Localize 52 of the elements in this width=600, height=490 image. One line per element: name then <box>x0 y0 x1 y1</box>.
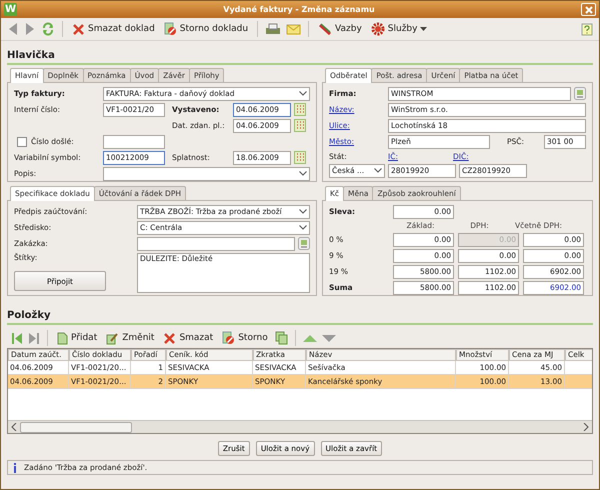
first-record-icon[interactable] <box>11 332 23 344</box>
app-logo: W <box>4 3 17 16</box>
horizontal-scrollbar[interactable] <box>8 420 592 433</box>
forward-arrow-icon[interactable] <box>24 22 36 36</box>
refresh-icon[interactable] <box>41 22 55 36</box>
scrollbar-thumb[interactable] <box>20 422 132 432</box>
move-up-icon[interactable] <box>302 334 317 342</box>
lookup-icon[interactable] <box>574 87 586 100</box>
cross-icon <box>72 22 85 36</box>
caret-icon <box>420 26 428 32</box>
calendar-icon[interactable] <box>294 103 306 116</box>
lookup-icon[interactable] <box>298 237 310 250</box>
pencil-icon <box>106 332 120 344</box>
scroll-left-icon[interactable] <box>11 423 17 431</box>
document-cancel-icon <box>164 22 177 36</box>
description-dropdown[interactable] <box>103 166 310 180</box>
close-button[interactable] <box>581 3 596 16</box>
cross-icon <box>163 332 176 344</box>
document-icon <box>57 332 68 344</box>
cancel-button[interactable]: Storno <box>220 330 270 346</box>
chevron-down-icon <box>299 91 307 96</box>
section-heading: Položky <box>7 309 52 323</box>
back-arrow-icon[interactable] <box>7 22 19 36</box>
copy-icon[interactable] <box>274 331 288 345</box>
document-cancel-icon <box>222 331 236 345</box>
chevron-down-icon <box>299 171 307 176</box>
info-icon <box>12 462 18 472</box>
links-button[interactable]: Vazby <box>316 21 364 37</box>
services-button[interactable]: Služby <box>368 21 430 37</box>
section-heading: Hlavička <box>7 49 56 63</box>
envelope-icon[interactable] <box>286 23 302 35</box>
delete-document-button[interactable]: Smazat doklad <box>70 22 157 36</box>
move-down-icon[interactable] <box>322 334 336 342</box>
cancel-document-button[interactable]: Storno dokladu <box>162 21 250 37</box>
chevron-down-icon <box>299 209 307 214</box>
input-field[interactable] <box>103 134 165 148</box>
add-button[interactable]: Přidat <box>55 330 100 346</box>
gear-icon <box>370 22 385 36</box>
edit-button[interactable]: Změnit <box>104 330 156 346</box>
last-record-icon[interactable] <box>28 332 40 344</box>
calendar-icon[interactable] <box>294 151 306 164</box>
input-field[interactable] <box>137 236 295 250</box>
chevron-down-icon <box>374 168 382 173</box>
scroll-right-icon[interactable] <box>583 423 589 431</box>
chevron-down-icon <box>299 225 307 230</box>
calendar-icon[interactable] <box>294 119 306 132</box>
printer-icon[interactable] <box>265 23 282 35</box>
close-icon <box>584 4 594 14</box>
delete-button[interactable]: Smazat <box>161 330 216 346</box>
checkbox[interactable] <box>17 136 27 146</box>
help-icon[interactable] <box>581 22 593 36</box>
window-title: Vydané faktury - Změna záznamu <box>222 5 376 14</box>
